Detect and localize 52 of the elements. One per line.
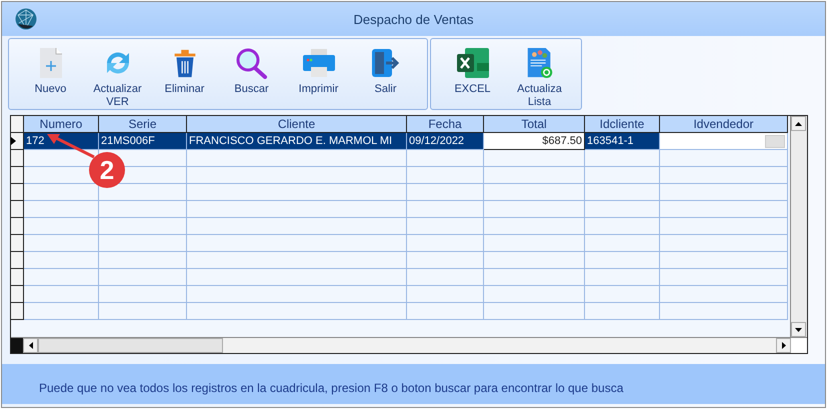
column-header[interactable]: Idvendedor	[660, 116, 788, 133]
toolbar-button[interactable]: Nuevo	[17, 39, 84, 109]
toolbar-button[interactable]: Eliminar	[151, 39, 218, 109]
row-header[interactable]	[11, 201, 24, 218]
toolbar-button[interactable]: Imprimir	[285, 39, 352, 109]
column-header[interactable]: Idcliente	[585, 116, 660, 133]
scroll-right-icon[interactable]	[776, 338, 791, 353]
toolbar-button[interactable]: EXCEL	[439, 39, 506, 109]
scroll-up-icon[interactable]	[791, 116, 806, 131]
spreadsheet-icon	[456, 47, 490, 79]
callout-arrow	[46, 133, 96, 159]
row-header[interactable]	[11, 303, 24, 320]
table-cell: 163541-1	[585, 133, 660, 150]
trash-can-icon	[172, 47, 198, 79]
scroll-left-icon[interactable]	[23, 338, 38, 353]
row-pointer-icon	[11, 137, 16, 145]
column-header[interactable]: Fecha	[407, 116, 484, 133]
column-header[interactable]: Serie	[99, 116, 187, 133]
horizontal-scrollbar[interactable]	[11, 337, 807, 353]
toolbar-button[interactable]: Buscar	[218, 39, 285, 109]
toolbar-button[interactable]: Actualizar VER	[84, 39, 151, 109]
scrollbar-corner	[791, 338, 807, 353]
callout-badge: 2	[89, 152, 125, 188]
exit-door-icon	[370, 47, 402, 79]
vertical-scrollbar[interactable]	[790, 116, 807, 337]
dropdown-cell[interactable]	[660, 133, 788, 150]
column-header[interactable]: Cliente	[187, 116, 407, 133]
grid-corner	[11, 338, 23, 353]
row-header[interactable]	[11, 184, 24, 201]
new-document-icon	[38, 47, 64, 79]
column-header[interactable]: Numero	[24, 116, 99, 133]
row-header[interactable]	[11, 235, 24, 252]
row-header[interactable]	[11, 133, 24, 150]
toolbar-button[interactable]: Salir	[352, 39, 419, 109]
printer-icon	[302, 47, 336, 79]
scroll-down-icon[interactable]	[791, 322, 806, 337]
row-header[interactable]	[11, 150, 24, 167]
row-header[interactable]	[11, 167, 24, 184]
scrollbar-thumb[interactable]	[38, 338, 223, 353]
search-icon	[234, 47, 268, 79]
table-cell: 09/12/2022	[407, 133, 484, 150]
toolbar-button[interactable]: Actualiza Lista	[506, 39, 573, 109]
globe-logo-icon	[15, 8, 37, 30]
table-cell: $687.50	[484, 133, 585, 150]
row-header[interactable]	[11, 269, 24, 286]
row-header[interactable]	[11, 252, 24, 269]
column-header[interactable]: Total	[484, 116, 585, 133]
row-header[interactable]	[11, 286, 24, 303]
table-cell: 21MS006F	[99, 133, 187, 150]
row-header[interactable]	[11, 218, 24, 235]
table-cell: FRANCISCO GERARDO E. MARMOL MI	[187, 133, 407, 150]
window-title: Despacho de Ventas	[352, 12, 474, 26]
